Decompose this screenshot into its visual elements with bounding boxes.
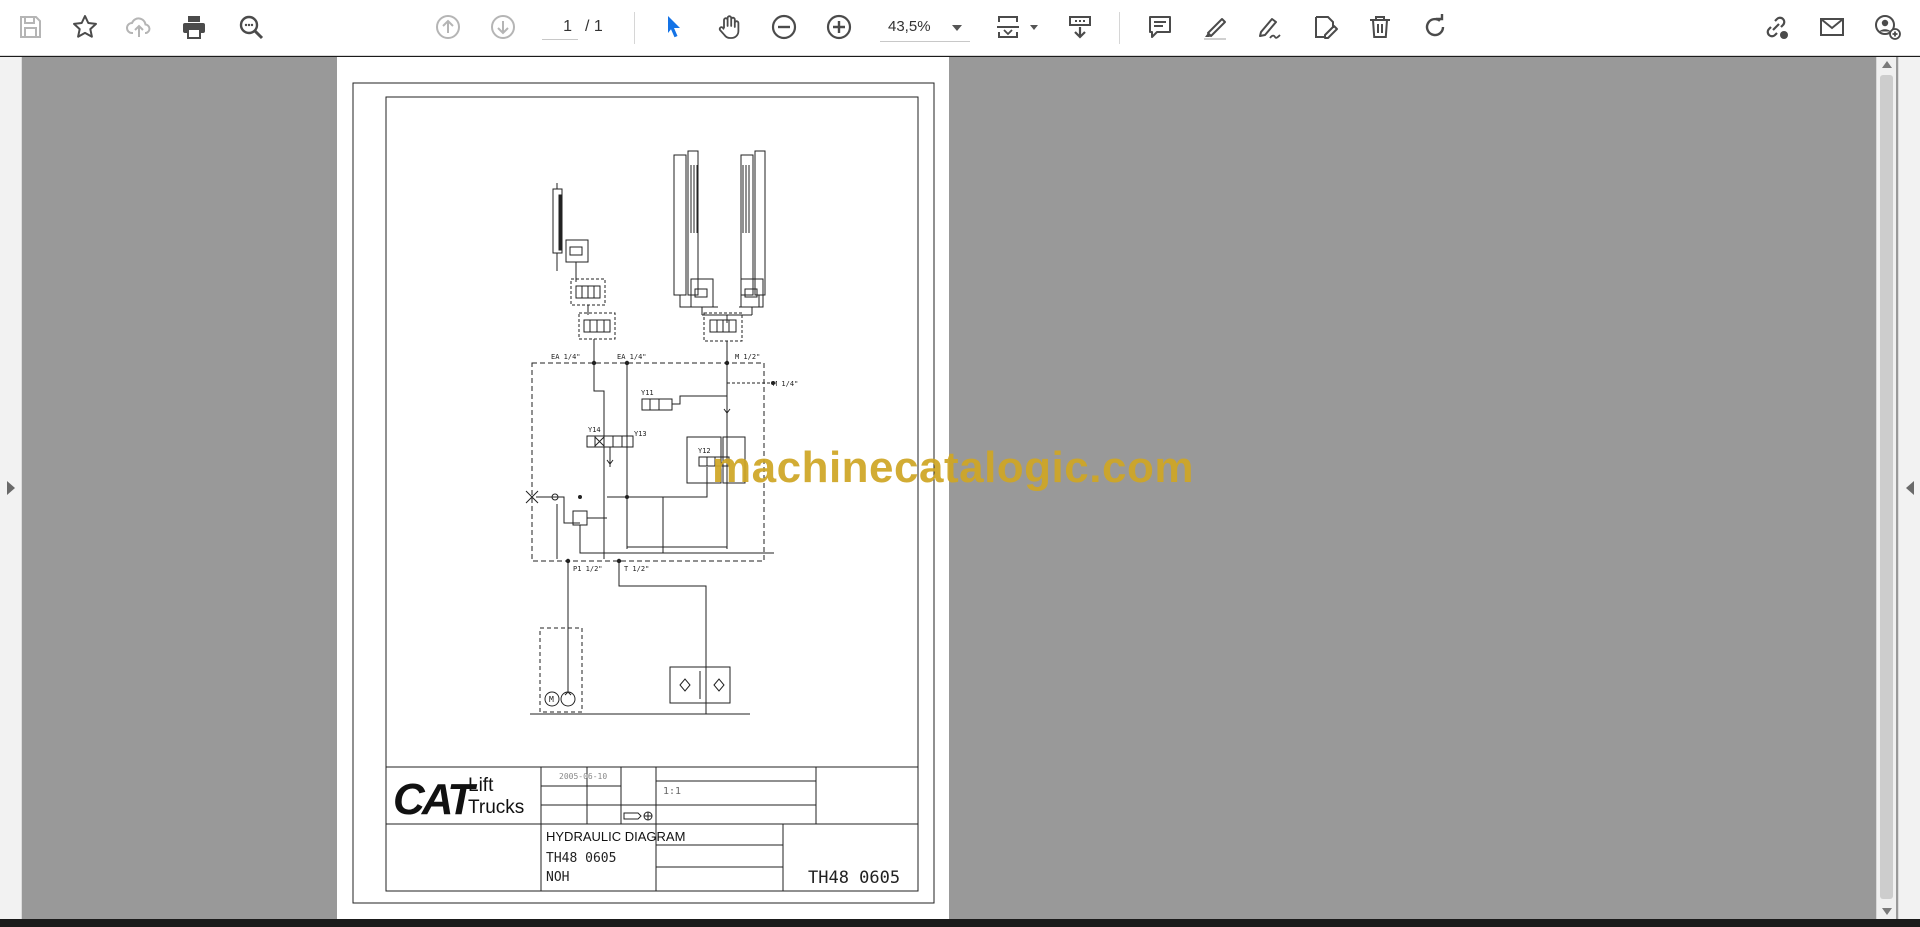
drawing-title: HYDRAULIC DIAGRAM (546, 829, 685, 844)
page-number-input[interactable] (542, 14, 578, 40)
next-page-icon[interactable] (486, 10, 520, 44)
zoom-level-select[interactable]: 43,5% (880, 14, 970, 42)
zoom-out-icon[interactable] (767, 10, 801, 44)
highlight-pen-icon[interactable] (1198, 10, 1232, 44)
port-label-ea1: EA 1/4" (551, 353, 581, 361)
toolbar-divider (1119, 12, 1120, 44)
zoom-search-icon[interactable] (234, 10, 268, 44)
watermark-text: machinecatalogic.com (712, 443, 1194, 492)
expand-left-panel-icon[interactable] (7, 481, 15, 495)
add-user-icon[interactable] (1870, 10, 1904, 44)
drawing-scale: 1:1 (663, 786, 681, 797)
zoom-in-icon[interactable] (822, 10, 856, 44)
select-cursor-icon[interactable] (657, 10, 691, 44)
right-panel-rail (1898, 57, 1920, 919)
toolbar: / 1 43,5% (0, 0, 1920, 56)
delete-icon[interactable] (1363, 10, 1397, 44)
motor-label: M (549, 695, 554, 704)
rotate-icon[interactable] (1418, 10, 1452, 44)
toolbar-divider (634, 12, 635, 44)
scroll-mode-icon[interactable] (1063, 10, 1097, 44)
previous-page-icon[interactable] (431, 10, 465, 44)
chevron-down-icon[interactable] (1030, 25, 1038, 30)
valve-label-y11: Y11 (641, 389, 654, 397)
save-icon[interactable] (13, 10, 47, 44)
drawing-number: TH48 0605 (808, 868, 900, 888)
draw-sign-icon[interactable] (1253, 10, 1287, 44)
drawing-date: 2005-06-10 (559, 772, 607, 781)
cat-logo-lift: Lift (468, 775, 494, 796)
comment-icon[interactable] (1143, 10, 1177, 44)
scroll-up-arrow-icon[interactable] (1882, 61, 1892, 68)
share-link-icon[interactable] (1759, 10, 1793, 44)
port-label-p1: P1 1/2" (573, 565, 603, 573)
expand-right-panel-icon[interactable] (1906, 481, 1914, 495)
port-label-m14: M 1/4" (773, 380, 798, 388)
port-label-t: T 1/2" (624, 565, 649, 573)
cloud-upload-icon[interactable] (122, 10, 156, 44)
scrollbar-thumb[interactable] (1880, 75, 1893, 899)
left-panel-rail (0, 57, 22, 919)
valve-label-y14: Y14 (588, 426, 601, 434)
vertical-scrollbar[interactable] (1876, 57, 1896, 919)
scroll-down-arrow-icon[interactable] (1882, 908, 1892, 915)
drawing-model: TH48 0605 (546, 851, 616, 866)
fill-sign-icon[interactable] (1308, 10, 1342, 44)
port-label-m12: M 1/2" (735, 353, 760, 361)
port-label-ea2: EA 1/4" (617, 353, 647, 361)
email-icon[interactable] (1815, 10, 1849, 44)
valve-label-y13: Y13 (634, 430, 647, 438)
cat-logo-trucks: Trucks (468, 797, 524, 818)
print-icon[interactable] (177, 10, 211, 44)
page-total: / 1 (585, 18, 603, 35)
drawing-code: NOH (546, 870, 569, 885)
cat-logo-text: CAT (393, 775, 477, 824)
zoom-level-value: 43,5% (888, 18, 931, 35)
star-icon[interactable] (68, 10, 102, 44)
valve-label-y12: Y12 (698, 447, 711, 455)
hand-tool-icon[interactable] (712, 10, 746, 44)
chevron-down-icon (952, 25, 962, 31)
fit-page-icon[interactable] (991, 10, 1025, 44)
